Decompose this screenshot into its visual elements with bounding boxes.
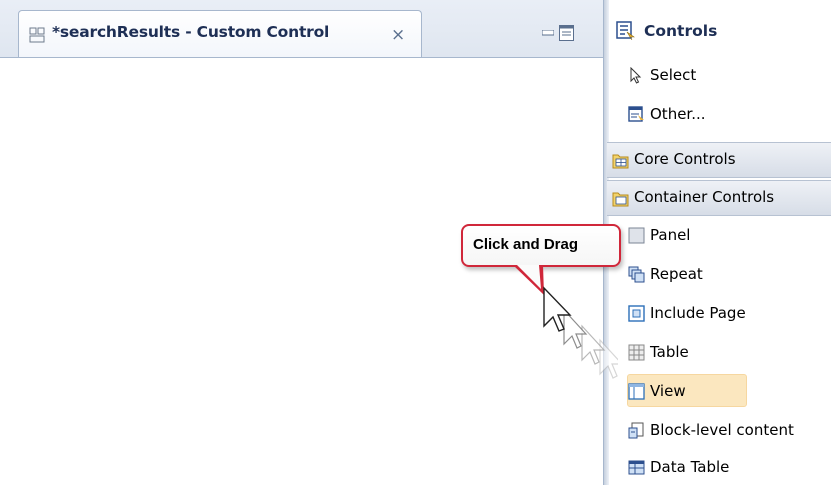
palette-item-label: View [650,382,686,400]
drawer-core-controls[interactable]: Core Controls [607,142,831,178]
editor-tab[interactable]: *searchResults - Custom Control × [18,10,422,57]
controls-palette: Controls Select Other... Core Controls C… [603,0,831,485]
folder-icon [612,192,629,207]
palette-item-label: Other... [650,105,706,123]
palette-item-label: Select [650,66,697,84]
minimize-icon[interactable] [542,30,554,36]
palette-item-label: Data Table [650,458,730,476]
controls-icon [616,21,635,40]
view-icon [628,383,645,400]
panel-icon [628,227,645,244]
editor-tab-title: *searchResults - Custom Control [52,23,330,41]
include-page-icon [628,305,645,322]
palette-title: Controls [644,22,718,40]
arrow-cursor-icon [599,338,618,379]
drawer-label: Container Controls [634,188,775,206]
table-icon [628,344,645,361]
repeat-icon [628,266,645,283]
maximize-icon[interactable] [559,25,574,41]
callout-text: Click and Drag [473,236,579,253]
palette-item-label: Include Page [650,304,746,322]
close-icon[interactable]: × [391,25,405,45]
palette-item-label: Repeat [650,265,703,283]
palette-item-label: Panel [650,226,691,244]
drawer-container-controls[interactable]: Container Controls [607,180,831,216]
data-table-icon [628,460,645,475]
window-controls [542,25,592,41]
folder-icon [612,154,629,169]
palette-item-label: Table [650,343,689,361]
block-content-icon [628,422,644,439]
drawer-label: Core Controls [634,150,736,168]
callout-bubble: Click and Drag [461,224,621,267]
editor-tab-strip: *searchResults - Custom Control × [0,0,603,58]
select-arrow-icon [630,67,642,84]
selected-item-highlight [627,374,747,407]
other-controls-icon [628,106,644,123]
palette-item-label: Block-level content [650,421,794,439]
custom-control-icon [29,27,45,43]
drag-cursor-trail [543,286,618,379]
palette-header: Controls [609,6,831,58]
